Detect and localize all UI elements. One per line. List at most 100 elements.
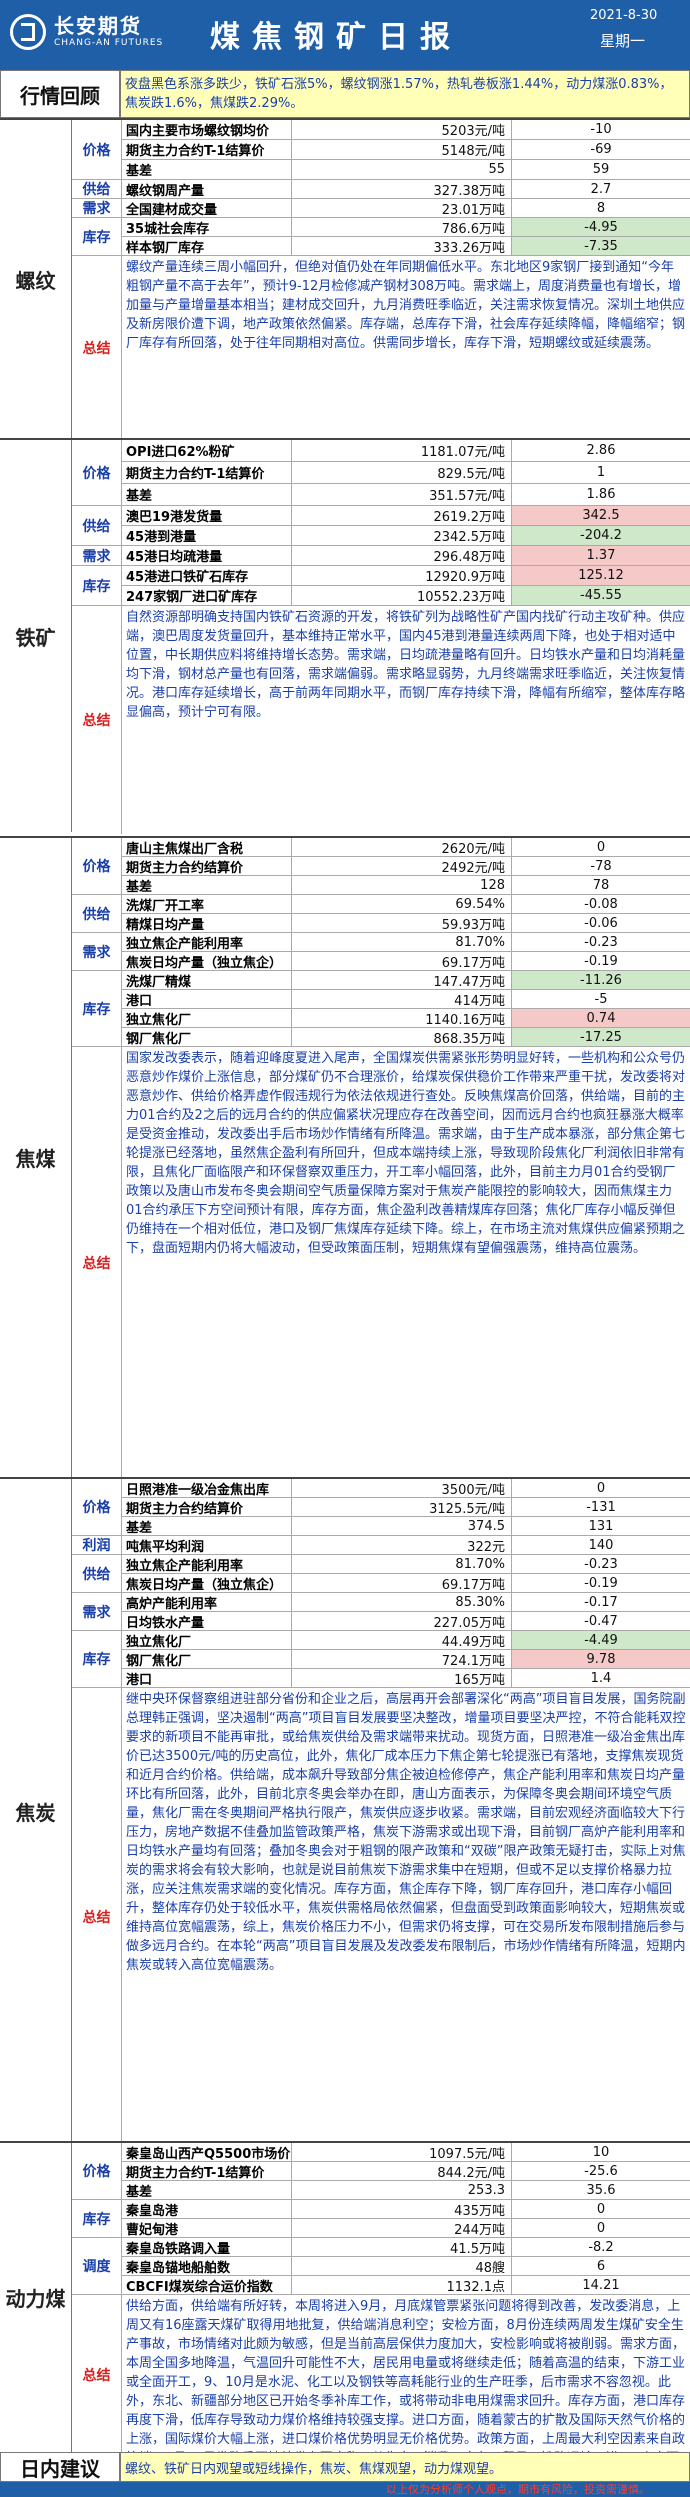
data-row: 吨焦平均利润 322元 140 [72,1536,690,1555]
summary-block: 总结 螺纹产量连续三周小幅回升，但绝对值仍处在年同期偏低水平。东北地区9家钢厂接到… [72,256,690,440]
category-label: 供给 [72,1555,122,1593]
indicator-name: 35城社会库存 [122,218,292,236]
indicator-value: 844.2元/吨 [292,2162,512,2181]
indicator-name: 高炉产能利用率 [122,1593,292,1611]
indicator-name: 全国建材成交量 [122,199,292,217]
indicator-value: 81.70% [292,933,512,951]
indicator-name: OPI进口62%粉矿 [122,440,292,461]
indicator-name: 吨焦平均利润 [122,1536,292,1554]
section-label: 螺纹 [0,120,72,438]
data-row: 秦皇岛锚地船舶数 48艘 6 [72,2257,690,2276]
data-row: 基差 374.5 131 [72,1517,690,1536]
indicator-name: 港口 [122,1669,292,1687]
indicator-name: 样本钢厂库存 [122,237,292,255]
indicator-value: 327.38万吨 [292,180,512,199]
indicator-name: 秦皇岛山西产Q5500市场价 [122,2143,292,2161]
indicator-name: 期货主力合约结算价 [122,857,292,875]
indicator-change: -0.47 [512,1612,690,1630]
indicator-value: 227.05万吨 [292,1612,512,1631]
indicator-change: -7.35 [512,237,690,255]
data-row: 45港到港量 2342.5万吨 -204.2 [72,526,690,546]
indicator-value: 69.54% [292,895,512,913]
indicator-value: 2620元/吨 [292,838,512,857]
intraday-advice-text: 螺纹、铁矿日内观望或短线操作，焦炭、焦煤观望，动力煤观望。 [120,2452,690,2482]
indicator-name: 45港日均疏港量 [122,546,292,565]
indicator-change: 10 [512,2143,690,2161]
data-row: 钢厂焦化厂 724.1万吨 9.78 [72,1650,690,1669]
indicator-value: 128 [292,876,512,894]
indicator-value: 296.48万吨 [292,546,512,565]
summary-label: 总结 [72,606,122,834]
indicator-change: -0.17 [512,1593,690,1611]
indicator-value: 829.5元/吨 [292,462,512,483]
indicator-name: 日照港准一级冶金焦出库 [122,1479,292,1497]
indicator-change: 1.37 [512,546,690,565]
indicator-value: 165万吨 [292,1669,512,1688]
category-label: 需求 [72,933,122,971]
indicator-change: 0 [512,2219,690,2237]
category-label: 库存 [72,218,122,256]
data-row: 高炉产能利用率 85.30% -0.17 [72,1593,690,1612]
section-ore: 铁矿 OPI进口62%粉矿 1181.07元/吨 2.86 期货主力合约T-1结算价 82… [0,438,690,834]
indicator-name: 基差 [122,2181,292,2199]
indicator-change: -4.49 [512,1631,690,1649]
section-label: 动力煤 [0,2143,72,2452]
summary-label: 总结 [72,1047,122,1479]
data-row: 秦皇岛铁路调入量 41.5万吨 -8.2 [72,2238,690,2257]
indicator-name: 基差 [122,876,292,894]
data-row: 秦皇岛山西产Q5500市场价 1097.5元/吨 10 [72,2143,690,2162]
indicator-value: 5148元/吨 [292,140,512,159]
category-label: 供给 [72,895,122,933]
company-name: 长安期货 [54,14,142,38]
data-row: 港口 414万吨 -5 [72,990,690,1009]
indicator-value: 3125.5元/吨 [292,1498,512,1517]
indicator-change: 6 [512,2257,690,2275]
indicator-change: -204.2 [512,526,690,545]
indicator-value: 244万吨 [292,2219,512,2238]
indicator-change: 342.5 [512,506,690,525]
indicator-change: -17.25 [512,1028,690,1046]
indicator-name: 期货主力合约结算价 [122,1498,292,1516]
indicator-value: 59.93万吨 [292,914,512,933]
summary-label: 总结 [72,2295,122,2454]
indicator-change: 140 [512,1536,690,1554]
indicator-name: 洗煤厂精煤 [122,971,292,989]
indicator-change: 1.4 [512,1669,690,1687]
data-row: CBCFI煤炭综合运价指数 1132.1点 14.21 [72,2276,690,2295]
indicator-name: 港口 [122,990,292,1008]
indicator-value: 3500元/吨 [292,1479,512,1498]
data-row: 全国建材成交量 23.01万吨 8 [72,199,690,218]
indicator-name: 秦皇岛锚地船舶数 [122,2257,292,2275]
indicator-name: 45港到港量 [122,526,292,545]
indicator-value: 23.01万吨 [292,199,512,218]
indicator-name: 独立焦企产能利用率 [122,933,292,951]
data-row: 洗煤厂精煤 147.47万吨 -11.26 [72,971,690,990]
indicator-change: 2.7 [512,180,690,198]
indicator-name: 唐山主焦煤出厂含税 [122,838,292,856]
data-row: 期货主力合约T-1结算价 829.5元/吨 1 [72,462,690,484]
indicator-change: 131 [512,1517,690,1535]
summary-label: 总结 [72,256,122,440]
indicator-change: 1.86 [512,484,690,505]
indicator-value: 41.5万吨 [292,2238,512,2257]
indicator-change: 35.6 [512,2181,690,2199]
indicator-change: 9.78 [512,1650,690,1668]
category-label: 价格 [72,120,122,180]
indicator-name: 螺纹钢周产量 [122,180,292,198]
indicator-value: 55 [292,160,512,179]
data-row: 独立焦企产能利用率 81.70% -0.23 [72,1555,690,1574]
category-label: 库存 [72,1631,122,1688]
indicator-change: -45.55 [512,586,690,605]
indicator-change: -0.06 [512,914,690,932]
data-row: 期货主力合约结算价 3125.5元/吨 -131 [72,1498,690,1517]
section-coke: 焦炭 日照港准一级冶金焦出库 3500元/吨 0 期货主力合约结算价 3125.5元/吨 -… [0,1477,690,2145]
indicator-change: -8.2 [512,2238,690,2256]
indicator-change: 8 [512,199,690,217]
indicator-value: 322元 [292,1536,512,1555]
data-row: 洗煤厂开工率 69.54% -0.08 [72,895,690,914]
indicator-value: 351.57元/吨 [292,484,512,505]
data-row: 期货主力合约T-1结算价 844.2元/吨 -25.6 [72,2162,690,2181]
category-label: 价格 [72,1479,122,1536]
section-cokingcoal: 焦煤 唐山主焦煤出厂含税 2620元/吨 0 期货主力合约结算价 2492元/吨 -78 基差… [0,836,690,1479]
section-label: 焦煤 [0,838,72,1477]
